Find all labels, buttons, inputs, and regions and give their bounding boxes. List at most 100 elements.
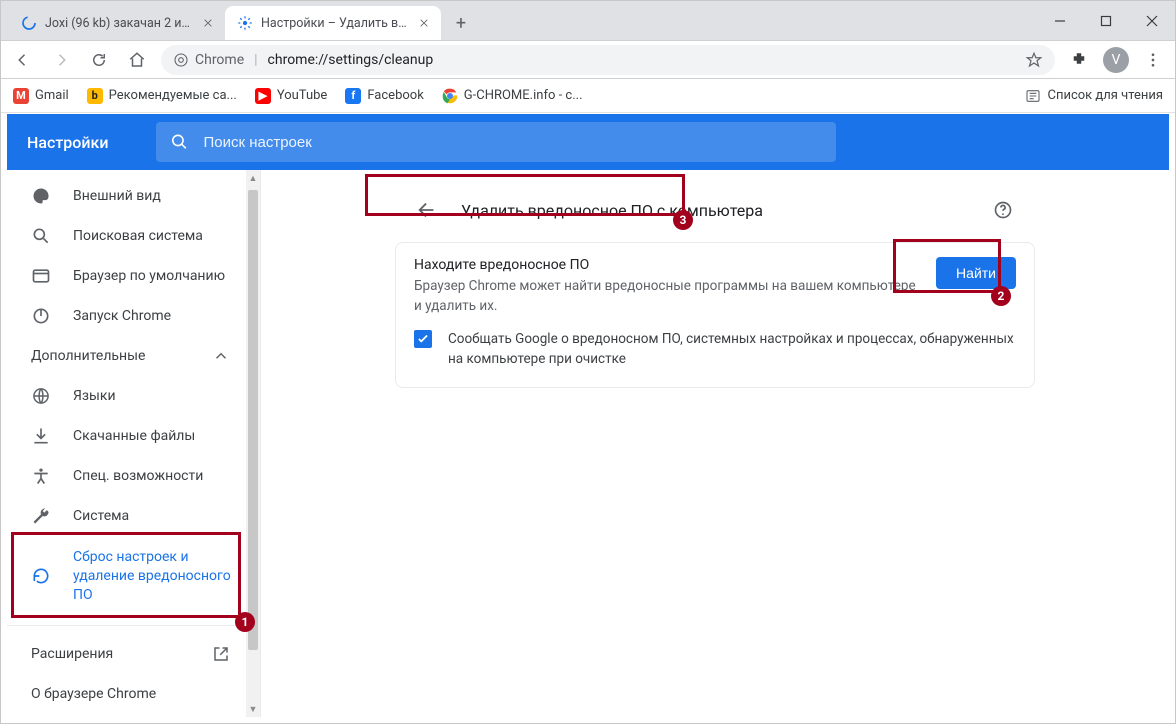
scroll-up-icon[interactable]: ▲ — [246, 170, 260, 186]
settings-sidebar: Внешний вид Поисковая система Браузер по… — [7, 170, 261, 717]
sidebar-item-startup[interactable]: Запуск Chrome — [7, 296, 246, 336]
minimize-button[interactable] — [1037, 1, 1083, 41]
settings-app: Настройки Внешний вид Поисковая система … — [7, 114, 1169, 717]
reading-list-button[interactable]: Список для чтения — [1025, 88, 1163, 104]
sidebar-item-about[interactable]: О браузере Chrome — [7, 674, 246, 714]
kebab-menu-icon[interactable] — [1139, 46, 1167, 74]
bookmark-recommended[interactable]: bРекомендуемые са... — [87, 88, 237, 104]
bookmarks-bar: M Gmail bРекомендуемые са... ▶YouTube f Fa… — [1, 79, 1175, 113]
sidebar-item-label: Языки — [73, 388, 116, 404]
tab-settings[interactable]: Настройки – Удалить вредонос… — [225, 6, 441, 40]
report-checkbox-label: Сообщать Google о вредоносном ПО, систем… — [448, 330, 1016, 369]
bookmark-star-icon[interactable] — [1025, 51, 1043, 69]
sidebar-divider — [7, 625, 246, 626]
bookmark-gchrome[interactable]: G-CHROME.info - c... — [442, 88, 583, 104]
sidebar-item-label: Система — [73, 508, 129, 524]
maximize-button[interactable] — [1083, 1, 1129, 41]
settings-title: Настройки — [27, 133, 108, 152]
new-tab-button[interactable]: + — [447, 9, 475, 37]
sidebar-item-reset-cleanup[interactable]: Сброс настроек и удаление вредоносного П… — [7, 536, 246, 617]
close-icon[interactable] — [419, 18, 429, 28]
tab-title: Joxi (96 kb) закачан 2 июня 202… — [45, 16, 195, 31]
reload-button[interactable] — [85, 46, 113, 74]
tabstrip: Joxi (96 kb) закачан 2 июня 202… Настрой… — [1, 1, 1037, 40]
tab-title: Настройки – Удалить вредонос… — [261, 16, 411, 31]
browser-icon — [31, 266, 51, 286]
bookmark-label: G-CHROME.info - c... — [464, 88, 583, 103]
sidebar-item-label: Сброс настроек и удаление вредоносного П… — [73, 548, 246, 605]
chevron-up-icon — [212, 347, 230, 365]
sidebar-item-label: Поисковая система — [73, 228, 203, 244]
sidebar-group-advanced[interactable]: Дополнительные — [7, 336, 246, 376]
sidebar-item-system[interactable]: Система — [7, 496, 246, 536]
sidebar-item-label: Внешний вид — [73, 188, 161, 204]
chrome-color-icon — [442, 88, 458, 104]
window-controls — [1037, 1, 1175, 40]
avatar-letter: V — [1112, 52, 1121, 68]
report-checkbox[interactable] — [414, 330, 432, 348]
power-icon — [31, 306, 51, 326]
find-button[interactable]: Найти — [936, 257, 1016, 289]
forward-button[interactable] — [47, 46, 75, 74]
omnibox-separator: | — [254, 52, 257, 68]
sidebar-item-appearance[interactable]: Внешний вид — [7, 176, 246, 216]
browser-toolbar: Chrome | chrome://settings/cleanup V — [1, 41, 1175, 79]
page-title: Удалить вредоносное ПО с компьютера — [461, 201, 969, 220]
sidebar-item-search-engine[interactable]: Поисковая система — [7, 216, 246, 256]
back-arrow-button[interactable] — [409, 192, 445, 228]
sidebar-group-label: Дополнительные — [31, 348, 145, 364]
sidebar-item-downloads[interactable]: Скачанные файлы — [7, 416, 246, 456]
search-icon — [170, 132, 189, 152]
cleanup-section-title: Находите вредоносное ПО — [414, 257, 918, 273]
chrome-icon — [173, 52, 189, 68]
open-external-icon — [212, 645, 230, 663]
sidebar-item-label: О браузере Chrome — [31, 686, 156, 702]
sidebar-item-default-browser[interactable]: Браузер по умолчанию — [7, 256, 246, 296]
facebook-icon: f — [345, 88, 361, 104]
sidebar-item-label: Скачанные файлы — [73, 428, 195, 444]
extensions-button[interactable] — [1065, 46, 1093, 74]
download-icon — [31, 426, 51, 446]
wrench-icon — [31, 506, 51, 526]
sidebar-item-accessibility[interactable]: Спец. возможности — [7, 456, 246, 496]
address-bar[interactable]: Chrome | chrome://settings/cleanup — [161, 45, 1055, 75]
settings-search-input[interactable] — [203, 134, 822, 151]
sidebar-item-label: Спец. возможности — [73, 468, 203, 484]
check-icon — [416, 332, 430, 346]
help-button[interactable] — [985, 192, 1021, 228]
sidebar-item-languages[interactable]: Языки — [7, 376, 246, 416]
loading-spinner-icon — [21, 15, 37, 31]
sidebar-scrollbar[interactable]: ▲ ▼ — [246, 170, 260, 717]
page-header: Удалить вредоносное ПО с компьютера — [395, 182, 1035, 238]
bookmark-label: Gmail — [35, 88, 69, 103]
bookmark-youtube[interactable]: ▶YouTube — [255, 88, 328, 104]
annotation-badge-1: 1 — [235, 612, 255, 632]
bing-icon: b — [87, 88, 103, 104]
globe-icon — [31, 386, 51, 406]
home-button[interactable] — [123, 46, 151, 74]
close-window-button[interactable] — [1129, 1, 1175, 41]
gmail-icon: M — [13, 88, 29, 104]
cleanup-card: Находите вредоносное ПО Браузер Chrome м… — [395, 242, 1035, 388]
gear-icon — [237, 15, 253, 31]
url-text: chrome://settings/cleanup — [268, 52, 434, 68]
site-info-chip[interactable]: Chrome — [173, 52, 244, 68]
bookmark-facebook[interactable]: f Facebook — [345, 88, 423, 104]
annotation-badge-2: 2 — [991, 286, 1011, 306]
close-icon[interactable] — [203, 18, 213, 28]
sidebar-item-label: Расширения — [31, 646, 113, 662]
bookmark-label: Facebook — [367, 88, 423, 103]
cleanup-section-desc: Браузер Chrome может найти вредоносные п… — [414, 277, 918, 316]
tab-joxi[interactable]: Joxi (96 kb) закачан 2 июня 202… — [9, 6, 225, 40]
search-icon — [31, 226, 51, 246]
back-button[interactable] — [9, 46, 37, 74]
reading-list-label: Список для чтения — [1047, 88, 1163, 103]
sidebar-item-extensions[interactable]: Расширения — [7, 634, 246, 674]
scroll-thumb[interactable] — [248, 190, 258, 650]
settings-search[interactable] — [156, 122, 836, 162]
profile-avatar[interactable]: V — [1103, 47, 1129, 73]
bookmark-gmail[interactable]: M Gmail — [13, 88, 69, 104]
scroll-down-icon[interactable]: ▼ — [246, 701, 260, 717]
reading-list-icon — [1025, 88, 1041, 104]
bookmark-label: YouTube — [277, 88, 328, 103]
